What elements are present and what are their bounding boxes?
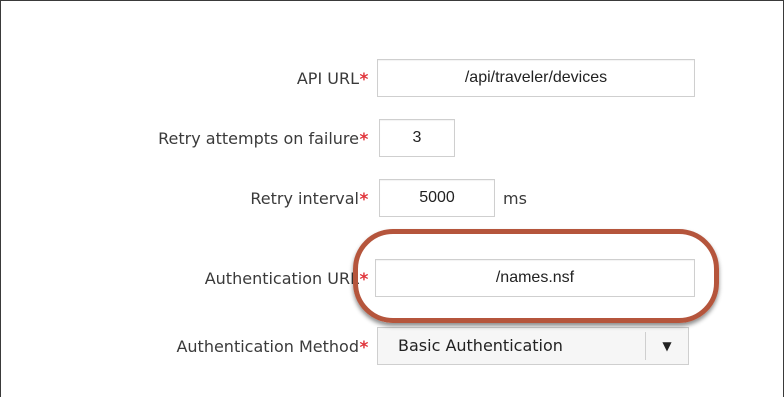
retry-attempts-required-marker: * xyxy=(359,130,369,150)
auth-method-label: Authentication Method xyxy=(176,337,359,356)
retry-attempts-input[interactable] xyxy=(379,119,455,157)
api-url-required-marker: * xyxy=(359,70,369,90)
retry-interval-label: Retry interval xyxy=(250,189,359,208)
auth-method-row: Authentication Method * Basic Authentica… xyxy=(1,327,783,367)
auth-url-required-marker: * xyxy=(359,270,369,290)
retry-interval-row: Retry interval * ms xyxy=(1,179,783,219)
auth-url-row: Authentication URL * xyxy=(1,259,783,299)
auth-url-input[interactable] xyxy=(375,259,695,297)
dropdown-arrow-icon[interactable]: ▼ xyxy=(646,328,688,364)
retry-interval-required-marker: * xyxy=(359,190,369,210)
api-url-row: API URL * xyxy=(1,59,783,99)
retry-attempts-label: Retry attempts on failure xyxy=(158,129,359,148)
api-url-input[interactable] xyxy=(377,59,695,97)
auth-method-required-marker: * xyxy=(359,338,369,358)
auth-method-selected-value: Basic Authentication xyxy=(398,336,563,355)
retry-interval-input[interactable] xyxy=(379,179,495,217)
retry-interval-unit: ms xyxy=(503,189,527,208)
settings-panel: API URL * Retry attempts on failure * Re… xyxy=(0,0,784,397)
auth-url-label: Authentication URL xyxy=(204,269,359,288)
auth-method-select[interactable]: Basic Authentication ▼ xyxy=(377,327,689,365)
retry-attempts-row: Retry attempts on failure * xyxy=(1,119,783,159)
api-url-label: API URL xyxy=(296,69,359,88)
